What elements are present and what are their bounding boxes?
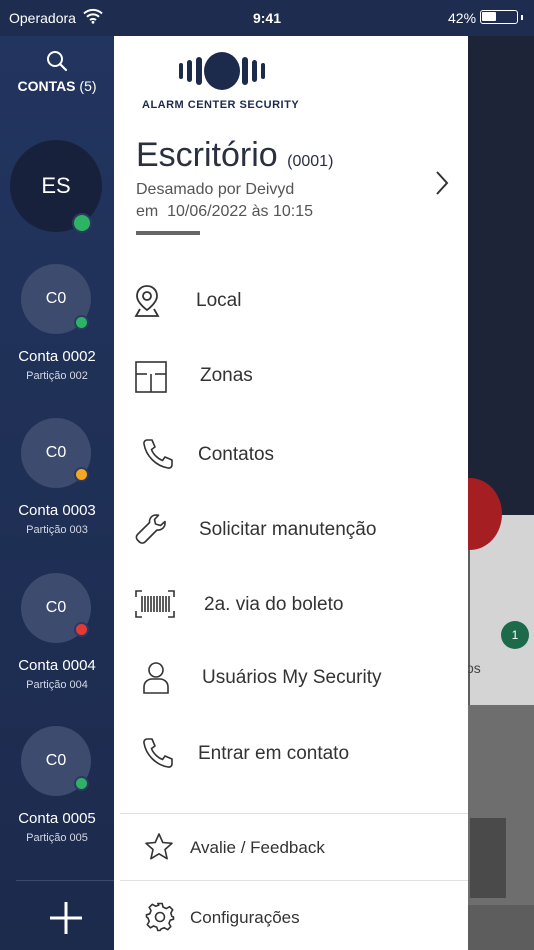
add-account-button[interactable]	[48, 900, 84, 941]
account-partition: Partição 003	[26, 524, 88, 536]
account-code: (0001)	[287, 153, 334, 170]
background-header	[468, 36, 534, 516]
search-icon[interactable]	[46, 50, 68, 77]
background-camera-thumbnail	[470, 818, 506, 898]
account-initials: C0	[45, 599, 67, 616]
user-icon	[142, 661, 170, 700]
account-name: Conta 0003	[18, 502, 96, 519]
menu-item-boleto[interactable]: 2a. via do boleto	[114, 576, 468, 636]
status-bar: Operadora 9:41 42%	[0, 0, 534, 36]
account-status-dot	[74, 776, 89, 791]
account-title-name: Escritório	[136, 136, 278, 174]
floor-plan-icon	[135, 361, 167, 398]
star-icon	[144, 832, 174, 867]
location-pin-icon	[134, 284, 160, 323]
menu-item-local[interactable]: Local	[114, 272, 468, 332]
accounts-title-label: CONTAS	[17, 78, 76, 94]
title-underline	[136, 231, 200, 235]
account-partition: Partição 002	[26, 370, 88, 382]
account-status-line: Desamado por Deivyd	[136, 181, 295, 198]
menu-label: Zonas	[200, 365, 253, 386]
account-status-dot	[74, 467, 89, 482]
accounts-title: CONTAS (5)	[0, 78, 114, 94]
background-partial-text: os	[466, 660, 481, 676]
account-status-dot	[74, 622, 89, 637]
plus-icon	[50, 902, 82, 934]
battery-percentage: 42%	[448, 10, 477, 26]
account-name: Conta 0005	[18, 810, 96, 827]
menu-item-solicitar-manutencao[interactable]: Solicitar manutenção	[114, 501, 468, 561]
settings-label: Configurações	[190, 908, 300, 927]
barcode-icon	[135, 590, 175, 623]
account-partition: Partição 004	[26, 679, 88, 691]
current-account-status-dot	[72, 213, 92, 233]
account-status: Desamado por Deivyd em 10/06/2022 às 10:…	[136, 179, 313, 223]
menu-item-zonas[interactable]: Zonas	[114, 347, 468, 407]
menu-label: Entrar em contato	[198, 743, 350, 764]
menu-item-usuarios[interactable]: Usuários My Security	[114, 649, 468, 709]
account-partition: Partição 005	[26, 832, 88, 844]
menu-item-entrar-em-contato[interactable]: Entrar em contato	[114, 725, 468, 785]
feedback-button[interactable]: Avalie / Feedback	[114, 824, 468, 870]
rail-divider	[16, 880, 114, 881]
account-initials: C0	[45, 752, 67, 769]
account-name: Conta 0004	[18, 657, 96, 674]
gear-icon	[145, 902, 175, 937]
current-account-initials: ES	[41, 173, 71, 198]
menu-label: Usuários My Security	[202, 667, 382, 688]
account-initials: C0	[45, 444, 67, 461]
battery-icon	[480, 10, 518, 24]
account-status-timestamp: em 10/06/2022 às 10:15	[136, 203, 314, 220]
phone-icon	[142, 737, 174, 774]
background-badge: 1	[501, 621, 529, 649]
account-title: Escritório (0001)	[136, 136, 333, 175]
phone-icon	[142, 438, 174, 475]
battery-tip	[521, 15, 523, 20]
account-status-dot	[74, 315, 89, 330]
accounts-count: (5)	[79, 78, 97, 94]
menu-label: 2a. via do boleto	[204, 594, 344, 615]
wrench-icon	[135, 513, 167, 550]
accounts-rail: CONTAS (5) ES C0 Conta 0002 Partição 002…	[0, 36, 114, 950]
menu-label: Solicitar manutenção	[199, 519, 377, 540]
menu-label: Contatos	[198, 444, 275, 465]
menu-item-contatos[interactable]: Contatos	[114, 426, 468, 486]
menu-label: Local	[196, 290, 242, 311]
account-name: Conta 0002	[18, 348, 96, 365]
side-drawer: ALARM CENTER SECURITY Escritório (0001) …	[114, 36, 468, 950]
chevron-right-icon[interactable]	[434, 170, 450, 201]
account-initials: C0	[45, 290, 67, 307]
feedback-label: Avalie / Feedback	[190, 838, 325, 857]
brand-name: ALARM CENTER SECURITY	[142, 99, 300, 111]
settings-button[interactable]: Configurações	[114, 892, 468, 942]
footer-divider	[120, 880, 468, 881]
brand-logo-icon	[174, 50, 270, 97]
footer-divider	[120, 813, 468, 814]
